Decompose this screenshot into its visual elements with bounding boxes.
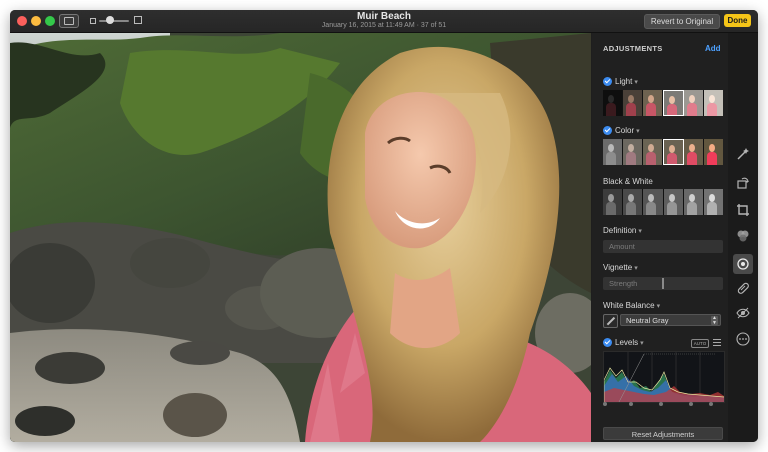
chevron-down-icon: ▾ <box>638 228 642 235</box>
levels-auto-button[interactable]: AUTO <box>691 339 709 348</box>
white-balance-value: Neutral Gray <box>626 316 669 325</box>
adjust-icon[interactable] <box>733 254 753 274</box>
light-enabled-checkbox[interactable] <box>603 77 612 86</box>
adjustments-panel: ADJUSTMENTS Add Light ▾ Color ▾ Black & … <box>592 33 728 442</box>
chevron-down-icon: ▾ <box>636 128 640 135</box>
chevron-updown-icon: ▲ ▼ <box>711 315 718 326</box>
reset-adjustments-button[interactable]: Reset Adjustments <box>603 427 723 440</box>
adjustments-title: ADJUSTMENTS <box>603 44 663 53</box>
red-eye-icon[interactable] <box>736 306 750 320</box>
histogram-graph <box>603 352 725 403</box>
color-label: Color <box>615 126 635 135</box>
retouch-icon[interactable] <box>736 281 750 295</box>
levels-midtones-handle[interactable] <box>659 402 663 406</box>
color-enabled-checkbox[interactable] <box>603 126 612 135</box>
color-filmstrip[interactable] <box>603 139 723 165</box>
levels-handles <box>603 402 723 408</box>
title-bar: Muir Beach January 16, 2015 at 11:49 AM … <box>10 10 758 33</box>
add-adjustment-button[interactable]: Add <box>705 44 721 53</box>
chevron-down-icon: ▾ <box>634 265 638 272</box>
done-button[interactable]: Done <box>724 14 751 27</box>
black-white-filmstrip[interactable] <box>603 189 724 215</box>
filters-icon[interactable] <box>736 229 750 243</box>
white-balance-label: White Balance <box>603 301 655 310</box>
definition-amount-slider[interactable]: Amount <box>603 240 723 253</box>
levels-highlights-handle[interactable] <box>689 402 693 406</box>
light-label: Light <box>615 77 633 86</box>
light-filmstrip[interactable] <box>603 90 723 116</box>
photo-canvas[interactable] <box>10 33 591 442</box>
chevron-down-icon: ▾ <box>640 340 644 347</box>
definition-label: Definition <box>603 226 637 235</box>
more-icon[interactable] <box>736 332 750 346</box>
vignette-strength-slider[interactable]: Strength <box>603 277 723 290</box>
white-balance-select[interactable]: Neutral Gray ▲ ▼ <box>620 314 721 326</box>
vignette-slider-label: Strength <box>609 279 638 288</box>
definition-slider-label: Amount <box>609 242 635 251</box>
photo-image <box>10 33 591 442</box>
levels-enabled-checkbox[interactable] <box>603 338 612 347</box>
chevron-down-icon: ▾ <box>634 79 638 86</box>
eyedropper-icon[interactable] <box>603 314 618 328</box>
chevron-down-icon: ▾ <box>656 303 661 310</box>
levels-label: Levels <box>615 338 639 347</box>
levels-histogram[interactable] <box>603 351 725 403</box>
white-balance-controls: Neutral Gray ▲ ▼ <box>603 314 723 328</box>
vignette-slider-handle[interactable] <box>662 278 664 289</box>
revert-to-original-button[interactable]: Revert to Original <box>644 14 720 29</box>
levels-options-icon[interactable] <box>713 339 721 346</box>
photos-edit-window: Muir Beach January 16, 2015 at 11:49 AM … <box>10 10 758 442</box>
magic-wand-icon[interactable] <box>736 147 750 161</box>
crop-icon[interactable] <box>736 203 750 217</box>
levels-white-handle[interactable] <box>709 402 713 406</box>
edit-tools-strip <box>728 33 758 442</box>
levels-shadows-handle[interactable] <box>629 402 633 406</box>
black-white-label: Black & White <box>603 177 653 186</box>
rotate-icon[interactable] <box>736 176 750 190</box>
vignette-label: Vignette <box>603 263 633 272</box>
levels-black-handle[interactable] <box>603 402 607 406</box>
